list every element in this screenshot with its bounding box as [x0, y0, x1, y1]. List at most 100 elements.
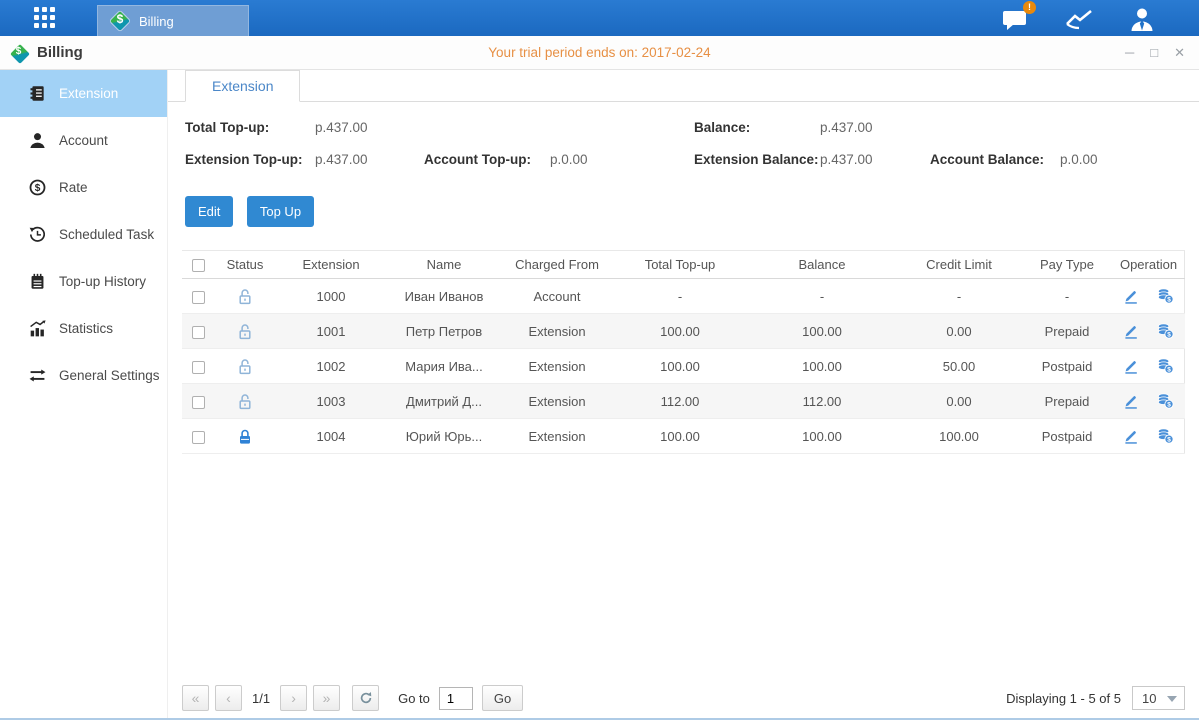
notepad-icon [29, 273, 46, 290]
apps-grid-icon[interactable] [34, 7, 55, 28]
table-row: 1003Дмитрий Д...Extension112.00112.000.0… [182, 384, 1185, 419]
sidebar-item-label: Extension [59, 86, 118, 101]
last-page-button[interactable]: » [313, 685, 340, 711]
status-lock-icon [237, 287, 253, 302]
sidebar-item-general-settings[interactable]: General Settings [0, 352, 167, 399]
trial-notice: Your trial period ends on: 2017-02-24 [0, 45, 1199, 60]
edit-extension-icon[interactable] [1123, 428, 1139, 444]
edit-extension-icon[interactable] [1123, 393, 1139, 409]
cell-pay-type: Prepaid [1022, 384, 1112, 419]
statistics-chart-icon[interactable] [1065, 7, 1093, 31]
close-button[interactable]: ✕ [1174, 45, 1185, 61]
user-account-icon[interactable] [1129, 7, 1155, 31]
cell-balance: 100.00 [748, 419, 896, 454]
cell-total-topup: 100.00 [612, 419, 748, 454]
billing-app-icon: $ [110, 11, 130, 31]
row-checkbox[interactable] [192, 361, 205, 374]
select-all-checkbox[interactable] [192, 259, 205, 272]
edit-extension-icon[interactable] [1123, 323, 1139, 339]
status-lock-icon [237, 427, 253, 442]
edit-button[interactable]: Edit [185, 196, 233, 227]
status-lock-icon [237, 392, 253, 407]
col-balance: Balance [748, 251, 896, 279]
top-up-icon[interactable]: $ [1157, 323, 1174, 339]
sidebar-item-scheduled-task[interactable]: Scheduled Task [0, 211, 167, 258]
row-checkbox[interactable] [192, 396, 205, 409]
notification-badge: ! [1023, 1, 1036, 14]
col-extension: Extension [276, 251, 386, 279]
balance-summary: Total Top-up: p.437.00 Balance: p.437.00… [168, 102, 1199, 192]
col-pay-type: Pay Type [1022, 251, 1112, 279]
prev-page-button[interactable]: ‹ [215, 685, 242, 711]
app-window: $ Billing ! [0, 0, 1199, 720]
row-checkbox[interactable] [192, 326, 205, 339]
sidebar-item-label: Top-up History [59, 274, 146, 289]
cell-charged-from: Account [502, 279, 612, 314]
top-up-icon[interactable]: $ [1157, 288, 1174, 304]
extensions-table: Status Extension Name Charged From Total… [182, 250, 1185, 454]
svg-text:$: $ [1167, 437, 1171, 444]
edit-extension-icon[interactable] [1123, 288, 1139, 304]
sidebar-item-extension[interactable]: Extension [0, 70, 167, 117]
goto-label: Go to [398, 691, 430, 706]
cell-credit-limit: 50.00 [896, 349, 1022, 384]
dollar-circle-icon: $ [29, 179, 46, 196]
maximize-button[interactable]: □ [1150, 45, 1158, 61]
cell-name: Мария Ива... [386, 349, 502, 384]
next-page-button[interactable]: › [280, 685, 307, 711]
minimize-button[interactable]: ─ [1125, 45, 1134, 61]
total-topup-label: Total Top-up: [185, 120, 269, 135]
col-operation: Operation [1112, 251, 1185, 279]
table-row: 1004Юрий Юрь...Extension100.00100.00100.… [182, 419, 1185, 454]
table-row: 1002Мария Ива...Extension100.00100.0050.… [182, 349, 1185, 384]
cell-credit-limit: 0.00 [896, 384, 1022, 419]
sidebar-item-account[interactable]: Account [0, 117, 167, 164]
col-credit-limit: Credit Limit [896, 251, 1022, 279]
cell-extension: 1000 [276, 279, 386, 314]
first-page-button[interactable]: « [182, 685, 209, 711]
svg-text:$: $ [1167, 402, 1171, 409]
taskbar-tab-billing[interactable]: $ Billing [97, 5, 249, 36]
go-button[interactable]: Go [482, 685, 523, 711]
col-total-topup: Total Top-up [612, 251, 748, 279]
cell-credit-limit: - [896, 279, 1022, 314]
goto-page-input[interactable] [439, 687, 473, 710]
top-up-icon[interactable]: $ [1157, 428, 1174, 444]
account-balance-label: Account Balance: [930, 152, 1044, 167]
row-checkbox[interactable] [192, 431, 205, 444]
window-titlebar: $ Billing Your trial period ends on: 201… [0, 36, 1199, 70]
page-size-value: 10 [1142, 691, 1156, 706]
sidebar-item-rate[interactable]: $ Rate [0, 164, 167, 211]
refresh-button[interactable] [352, 685, 379, 711]
top-up-icon[interactable]: $ [1157, 358, 1174, 374]
balance-value: p.437.00 [820, 120, 873, 135]
person-icon [29, 132, 46, 149]
extension-topup-value: p.437.00 [315, 152, 368, 167]
clock-history-icon [29, 226, 46, 243]
taskbar: $ Billing ! [0, 0, 1199, 36]
balance-label: Balance: [694, 120, 750, 135]
billing-window-icon: $ [10, 44, 30, 61]
cell-charged-from: Extension [502, 314, 612, 349]
cell-operation: $ [1112, 384, 1185, 419]
cell-total-topup: 100.00 [612, 314, 748, 349]
refresh-icon [359, 691, 373, 705]
tab-extension[interactable]: Extension [185, 70, 300, 102]
top-up-button[interactable]: Top Up [247, 196, 314, 227]
top-up-icon[interactable]: $ [1157, 393, 1174, 409]
cell-total-topup: 112.00 [612, 384, 748, 419]
cell-balance: - [748, 279, 896, 314]
ledger-icon [29, 85, 46, 102]
account-topup-label: Account Top-up: [424, 152, 531, 167]
cell-pay-type: Postpaid [1022, 349, 1112, 384]
edit-extension-icon[interactable] [1123, 358, 1139, 374]
sidebar-item-topup-history[interactable]: Top-up History [0, 258, 167, 305]
sidebar-item-statistics[interactable]: Statistics [0, 305, 167, 352]
cell-credit-limit: 100.00 [896, 419, 1022, 454]
cell-name: Петр Петров [386, 314, 502, 349]
page-size-select[interactable]: 10 [1132, 686, 1185, 710]
svg-text:$: $ [35, 183, 41, 194]
row-checkbox[interactable] [192, 291, 205, 304]
notifications-icon[interactable]: ! [1002, 7, 1029, 31]
cell-charged-from: Extension [502, 419, 612, 454]
